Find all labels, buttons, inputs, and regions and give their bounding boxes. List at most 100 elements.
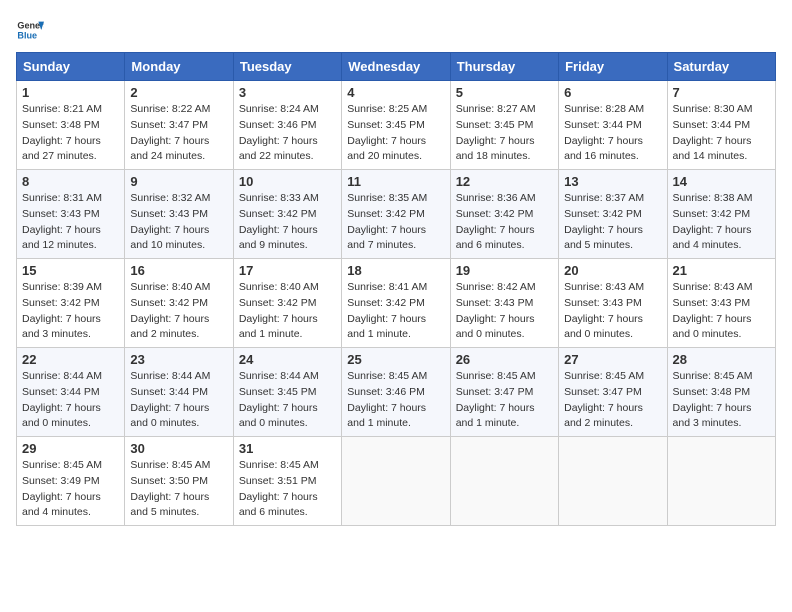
- day-number: 1: [22, 85, 119, 100]
- calendar-cell: 30 Sunrise: 8:45 AM Sunset: 3:50 PM Dayl…: [125, 437, 233, 526]
- calendar-cell: 22 Sunrise: 8:44 AM Sunset: 3:44 PM Dayl…: [17, 348, 125, 437]
- day-info: Sunrise: 8:40 AM Sunset: 3:42 PM Dayligh…: [130, 280, 227, 343]
- logo-icon: General Blue: [16, 16, 44, 44]
- day-number: 22: [22, 352, 119, 367]
- calendar-cell: 8 Sunrise: 8:31 AM Sunset: 3:43 PM Dayli…: [17, 170, 125, 259]
- calendar-cell: 10 Sunrise: 8:33 AM Sunset: 3:42 PM Dayl…: [233, 170, 341, 259]
- day-info: Sunrise: 8:36 AM Sunset: 3:42 PM Dayligh…: [456, 191, 553, 254]
- day-number: 30: [130, 441, 227, 456]
- day-info: Sunrise: 8:21 AM Sunset: 3:48 PM Dayligh…: [22, 102, 119, 165]
- day-info: Sunrise: 8:45 AM Sunset: 3:46 PM Dayligh…: [347, 369, 444, 432]
- day-info: Sunrise: 8:39 AM Sunset: 3:42 PM Dayligh…: [22, 280, 119, 343]
- day-number: 6: [564, 85, 661, 100]
- calendar-week-row: 8 Sunrise: 8:31 AM Sunset: 3:43 PM Dayli…: [17, 170, 776, 259]
- weekday-header-monday: Monday: [125, 53, 233, 81]
- calendar-cell: 19 Sunrise: 8:42 AM Sunset: 3:43 PM Dayl…: [450, 259, 558, 348]
- day-info: Sunrise: 8:44 AM Sunset: 3:44 PM Dayligh…: [22, 369, 119, 432]
- calendar-cell: 11 Sunrise: 8:35 AM Sunset: 3:42 PM Dayl…: [342, 170, 450, 259]
- calendar-cell: 9 Sunrise: 8:32 AM Sunset: 3:43 PM Dayli…: [125, 170, 233, 259]
- day-info: Sunrise: 8:45 AM Sunset: 3:47 PM Dayligh…: [564, 369, 661, 432]
- day-info: Sunrise: 8:25 AM Sunset: 3:45 PM Dayligh…: [347, 102, 444, 165]
- calendar-cell: [342, 437, 450, 526]
- day-info: Sunrise: 8:38 AM Sunset: 3:42 PM Dayligh…: [673, 191, 770, 254]
- day-number: 9: [130, 174, 227, 189]
- day-number: 11: [347, 174, 444, 189]
- day-info: Sunrise: 8:41 AM Sunset: 3:42 PM Dayligh…: [347, 280, 444, 343]
- weekday-header-sunday: Sunday: [17, 53, 125, 81]
- weekday-header-wednesday: Wednesday: [342, 53, 450, 81]
- calendar-cell: 7 Sunrise: 8:30 AM Sunset: 3:44 PM Dayli…: [667, 81, 775, 170]
- weekday-header-saturday: Saturday: [667, 53, 775, 81]
- day-number: 10: [239, 174, 336, 189]
- day-number: 3: [239, 85, 336, 100]
- day-number: 25: [347, 352, 444, 367]
- day-info: Sunrise: 8:24 AM Sunset: 3:46 PM Dayligh…: [239, 102, 336, 165]
- day-number: 23: [130, 352, 227, 367]
- day-info: Sunrise: 8:45 AM Sunset: 3:48 PM Dayligh…: [673, 369, 770, 432]
- day-info: Sunrise: 8:45 AM Sunset: 3:51 PM Dayligh…: [239, 458, 336, 521]
- day-info: Sunrise: 8:31 AM Sunset: 3:43 PM Dayligh…: [22, 191, 119, 254]
- day-number: 19: [456, 263, 553, 278]
- calendar-cell: 6 Sunrise: 8:28 AM Sunset: 3:44 PM Dayli…: [559, 81, 667, 170]
- svg-text:Blue: Blue: [17, 30, 37, 40]
- calendar-cell: 2 Sunrise: 8:22 AM Sunset: 3:47 PM Dayli…: [125, 81, 233, 170]
- calendar-cell: 3 Sunrise: 8:24 AM Sunset: 3:46 PM Dayli…: [233, 81, 341, 170]
- day-info: Sunrise: 8:30 AM Sunset: 3:44 PM Dayligh…: [673, 102, 770, 165]
- day-number: 4: [347, 85, 444, 100]
- calendar-week-row: 15 Sunrise: 8:39 AM Sunset: 3:42 PM Dayl…: [17, 259, 776, 348]
- day-number: 18: [347, 263, 444, 278]
- day-info: Sunrise: 8:28 AM Sunset: 3:44 PM Dayligh…: [564, 102, 661, 165]
- page-header: General Blue: [16, 16, 776, 44]
- day-info: Sunrise: 8:42 AM Sunset: 3:43 PM Dayligh…: [456, 280, 553, 343]
- calendar-cell: 4 Sunrise: 8:25 AM Sunset: 3:45 PM Dayli…: [342, 81, 450, 170]
- calendar-cell: 31 Sunrise: 8:45 AM Sunset: 3:51 PM Dayl…: [233, 437, 341, 526]
- calendar-cell: 20 Sunrise: 8:43 AM Sunset: 3:43 PM Dayl…: [559, 259, 667, 348]
- calendar-cell: 1 Sunrise: 8:21 AM Sunset: 3:48 PM Dayli…: [17, 81, 125, 170]
- day-number: 20: [564, 263, 661, 278]
- weekday-header-tuesday: Tuesday: [233, 53, 341, 81]
- day-info: Sunrise: 8:27 AM Sunset: 3:45 PM Dayligh…: [456, 102, 553, 165]
- day-info: Sunrise: 8:33 AM Sunset: 3:42 PM Dayligh…: [239, 191, 336, 254]
- calendar-header-row: SundayMondayTuesdayWednesdayThursdayFrid…: [17, 53, 776, 81]
- day-info: Sunrise: 8:22 AM Sunset: 3:47 PM Dayligh…: [130, 102, 227, 165]
- day-number: 28: [673, 352, 770, 367]
- calendar-cell: [667, 437, 775, 526]
- day-number: 31: [239, 441, 336, 456]
- day-info: Sunrise: 8:44 AM Sunset: 3:44 PM Dayligh…: [130, 369, 227, 432]
- calendar-cell: 14 Sunrise: 8:38 AM Sunset: 3:42 PM Dayl…: [667, 170, 775, 259]
- day-number: 17: [239, 263, 336, 278]
- calendar-cell: 13 Sunrise: 8:37 AM Sunset: 3:42 PM Dayl…: [559, 170, 667, 259]
- day-number: 7: [673, 85, 770, 100]
- day-info: Sunrise: 8:37 AM Sunset: 3:42 PM Dayligh…: [564, 191, 661, 254]
- calendar-cell: 25 Sunrise: 8:45 AM Sunset: 3:46 PM Dayl…: [342, 348, 450, 437]
- day-number: 27: [564, 352, 661, 367]
- weekday-header-thursday: Thursday: [450, 53, 558, 81]
- day-number: 15: [22, 263, 119, 278]
- day-info: Sunrise: 8:35 AM Sunset: 3:42 PM Dayligh…: [347, 191, 444, 254]
- day-number: 21: [673, 263, 770, 278]
- day-number: 8: [22, 174, 119, 189]
- calendar-week-row: 29 Sunrise: 8:45 AM Sunset: 3:49 PM Dayl…: [17, 437, 776, 526]
- calendar-table: SundayMondayTuesdayWednesdayThursdayFrid…: [16, 52, 776, 526]
- calendar-body: 1 Sunrise: 8:21 AM Sunset: 3:48 PM Dayli…: [17, 81, 776, 526]
- calendar-week-row: 1 Sunrise: 8:21 AM Sunset: 3:48 PM Dayli…: [17, 81, 776, 170]
- day-number: 2: [130, 85, 227, 100]
- day-number: 13: [564, 174, 661, 189]
- day-number: 5: [456, 85, 553, 100]
- calendar-cell: 18 Sunrise: 8:41 AM Sunset: 3:42 PM Dayl…: [342, 259, 450, 348]
- calendar-cell: 28 Sunrise: 8:45 AM Sunset: 3:48 PM Dayl…: [667, 348, 775, 437]
- calendar-cell: 26 Sunrise: 8:45 AM Sunset: 3:47 PM Dayl…: [450, 348, 558, 437]
- calendar-cell: 23 Sunrise: 8:44 AM Sunset: 3:44 PM Dayl…: [125, 348, 233, 437]
- day-info: Sunrise: 8:44 AM Sunset: 3:45 PM Dayligh…: [239, 369, 336, 432]
- calendar-cell: 21 Sunrise: 8:43 AM Sunset: 3:43 PM Dayl…: [667, 259, 775, 348]
- calendar-cell: [559, 437, 667, 526]
- day-number: 16: [130, 263, 227, 278]
- day-info: Sunrise: 8:45 AM Sunset: 3:47 PM Dayligh…: [456, 369, 553, 432]
- day-number: 26: [456, 352, 553, 367]
- calendar-cell: [450, 437, 558, 526]
- day-number: 14: [673, 174, 770, 189]
- calendar-cell: 5 Sunrise: 8:27 AM Sunset: 3:45 PM Dayli…: [450, 81, 558, 170]
- calendar-week-row: 22 Sunrise: 8:44 AM Sunset: 3:44 PM Dayl…: [17, 348, 776, 437]
- calendar-cell: 24 Sunrise: 8:44 AM Sunset: 3:45 PM Dayl…: [233, 348, 341, 437]
- day-number: 12: [456, 174, 553, 189]
